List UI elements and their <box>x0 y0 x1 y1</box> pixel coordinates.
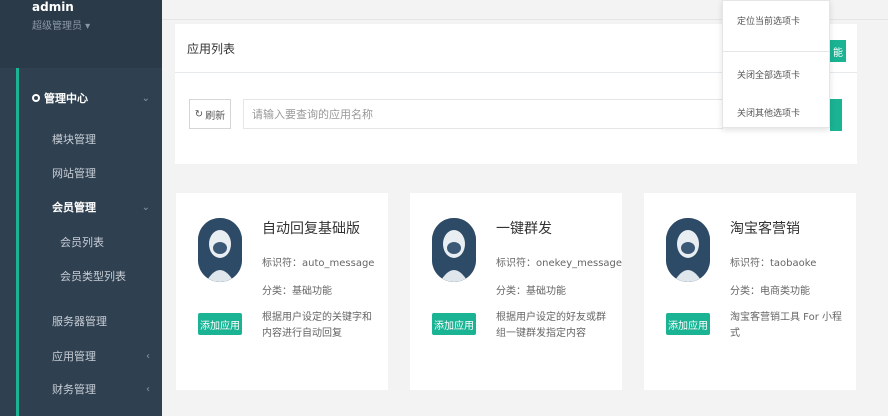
menu-label: 网站管理 <box>52 167 96 180</box>
chevron-left-icon: ‹ <box>146 383 150 395</box>
menu-server-management[interactable]: 服务器管理 <box>0 306 162 336</box>
menu-member-management[interactable]: 会员管理 ⌄ <box>0 192 162 222</box>
menu-label: 管理中心 <box>44 92 88 105</box>
robot-avatar-icon <box>666 218 710 282</box>
add-app-button[interactable]: 添加应用 <box>198 313 242 335</box>
chevron-down-icon: ⌄ <box>141 201 150 213</box>
menu-management-center[interactable]: 管理中心 ⌄ <box>0 83 162 113</box>
app-identifier: 标识符：taobaoke <box>730 258 817 269</box>
app-title: 自动回复基础版 <box>262 221 360 237</box>
app-category: 分类：基础功能 <box>496 286 566 297</box>
menu-app-management[interactable]: 应用管理 ‹ <box>0 341 162 371</box>
menu-module-management[interactable]: 模块管理 <box>0 124 162 154</box>
app-identifier: 标识符：auto_message <box>262 258 375 269</box>
app-description: 淘宝客营销工具 For 小程式 <box>730 312 842 339</box>
submenu-member-type-list[interactable]: 会员类型列表 <box>0 261 162 291</box>
dropdown-item-close-all[interactable]: 关闭全部选项卡 <box>737 68 800 81</box>
user-role-dropdown[interactable]: 超级管理员 ▾ <box>32 17 90 32</box>
menu-label: 服务器管理 <box>52 315 107 328</box>
sidebar: admin 超级管理员 ▾ 管理中心 ⌄ 模块管理 网站管理 会员管理 ⌄ 会员… <box>0 0 162 416</box>
add-app-button[interactable]: 添加应用 <box>432 313 476 335</box>
app-description: 根据用户设定的关键字和内容进行自动回复 <box>262 312 372 339</box>
app-category: 分类：电商类功能 <box>730 286 810 297</box>
robot-avatar-icon <box>432 218 476 282</box>
panel-action-label: 能 <box>833 47 843 59</box>
menu-label: 模块管理 <box>52 133 96 146</box>
app-card: 淘宝客营销 标识符：taobaoke 分类：电商类功能 淘宝客营销工具 For … <box>644 193 856 390</box>
refresh-label: 刷新 <box>205 110 226 122</box>
location-pin-icon <box>32 94 40 102</box>
menu-label: 财务管理 <box>52 383 96 396</box>
submenu-member-list[interactable]: 会员列表 <box>0 227 162 257</box>
app-description: 根据用户设定的好友或群组一键群发指定内容 <box>496 312 606 339</box>
app-card: 自动回复基础版 标识符：auto_message 分类：基础功能 根据用户设定的… <box>176 193 388 390</box>
tab-options-dropdown: 定位当前选项卡 关闭全部选项卡 关闭其他选项卡 <box>722 0 830 128</box>
app-identifier: 标识符：onekey_message <box>496 258 623 269</box>
search-button[interactable] <box>830 99 842 131</box>
submenu-label: 会员类型列表 <box>60 270 126 283</box>
refresh-button[interactable]: ↻ 刷新 <box>189 99 231 129</box>
chevron-down-icon: ⌄ <box>141 92 150 104</box>
menu-site-management[interactable]: 网站管理 <box>0 158 162 188</box>
submenu-label: 会员列表 <box>60 236 104 249</box>
dropdown-divider <box>723 51 829 52</box>
dropdown-item-close-others[interactable]: 关闭其他选项卡 <box>737 106 800 119</box>
search-input[interactable] <box>243 99 723 129</box>
panel-action-button[interactable]: 能 <box>830 40 846 62</box>
app-category: 分类：基础功能 <box>262 286 332 297</box>
menu-label: 会员管理 <box>52 201 96 214</box>
panel-title: 应用列表 <box>187 42 236 56</box>
app-card: 一键群发 标识符：onekey_message 分类：基础功能 根据用户设定的好… <box>410 193 622 390</box>
refresh-icon: ↻ <box>194 108 204 120</box>
user-profile[interactable]: admin 超级管理员 ▾ <box>0 0 162 68</box>
user-name: admin <box>32 0 74 14</box>
dropdown-item-locate-tab[interactable]: 定位当前选项卡 <box>737 14 800 27</box>
robot-avatar-icon <box>198 218 242 282</box>
menu-label: 应用管理 <box>52 350 96 363</box>
menu-finance-management[interactable]: 财务管理 ‹ <box>0 374 162 404</box>
app-title: 淘宝客营销 <box>730 221 800 237</box>
app-title: 一键群发 <box>496 221 552 237</box>
chevron-left-icon: ‹ <box>146 350 150 362</box>
add-app-button[interactable]: 添加应用 <box>666 313 710 335</box>
